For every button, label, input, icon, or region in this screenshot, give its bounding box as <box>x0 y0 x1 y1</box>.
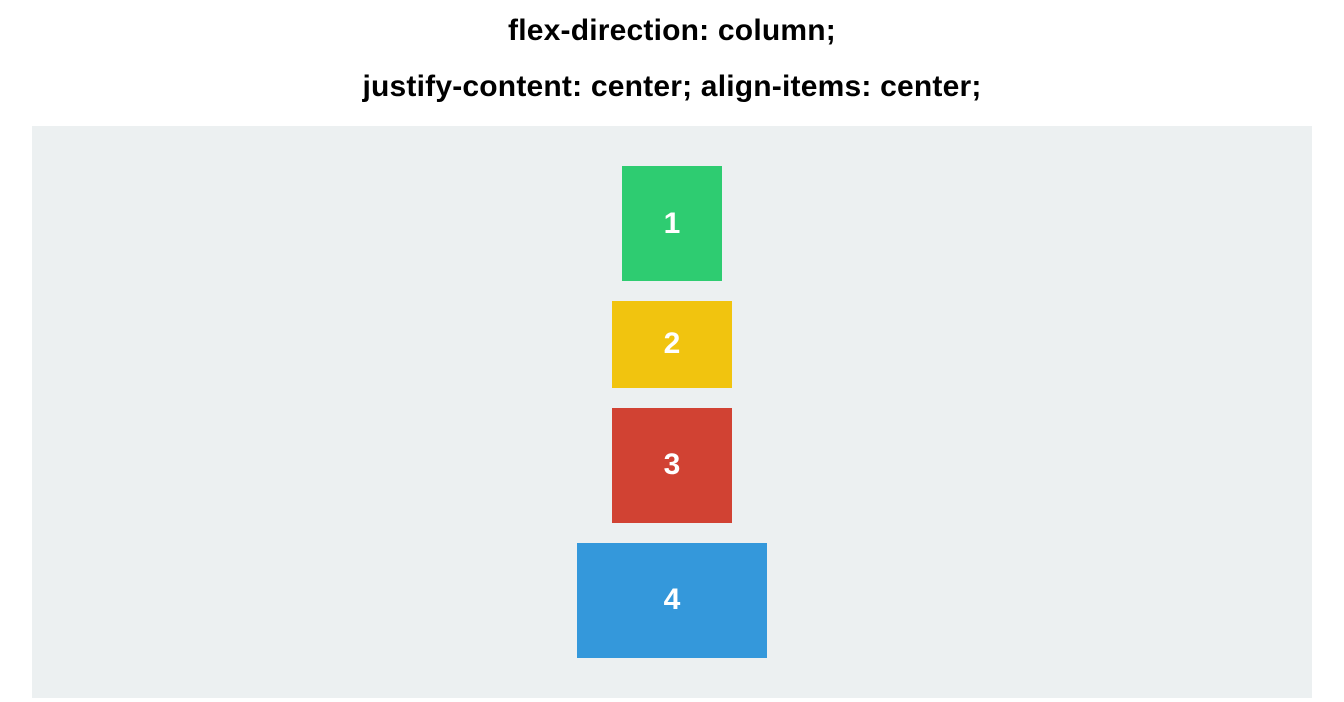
heading-line-1: flex-direction: column; <box>508 14 836 48</box>
flex-item-4: 4 <box>577 543 767 658</box>
heading-line-2: justify-content: center; align-items: ce… <box>362 70 981 104</box>
page: flex-direction: column; justify-content:… <box>0 0 1344 702</box>
flex-item-4-label: 4 <box>664 583 681 617</box>
flex-item-2: 2 <box>612 301 732 387</box>
flex-item-1: 1 <box>622 166 722 281</box>
flex-item-1-label: 1 <box>664 207 681 241</box>
flex-item-3-label: 3 <box>664 448 681 482</box>
flex-item-2-label: 2 <box>664 327 681 361</box>
flex-container: 1 2 3 4 <box>32 126 1312 698</box>
flex-item-3: 3 <box>612 408 732 523</box>
